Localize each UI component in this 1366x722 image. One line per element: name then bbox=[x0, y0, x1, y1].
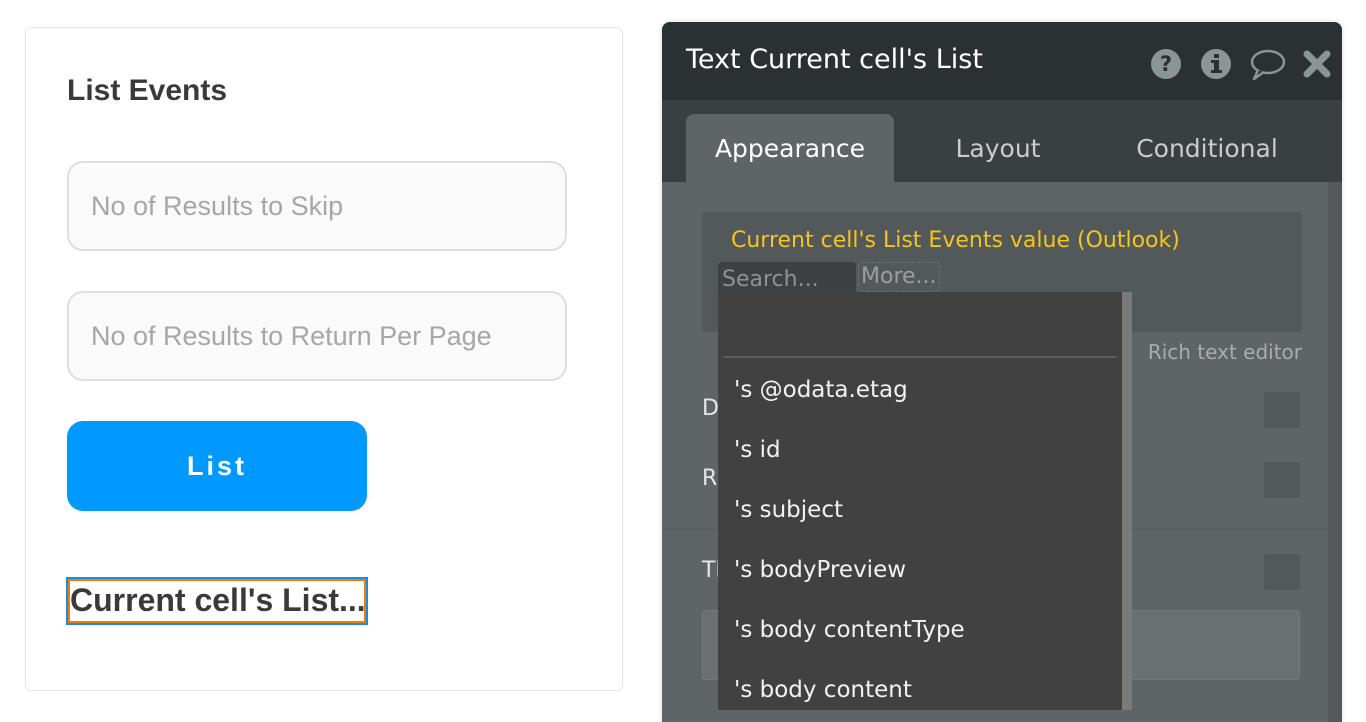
dropdown-option[interactable]: 's id bbox=[718, 420, 1122, 480]
dropdown-scrollbar[interactable] bbox=[1122, 292, 1132, 710]
row-label-d: D bbox=[702, 396, 719, 421]
list-button[interactable]: List bbox=[67, 421, 367, 511]
comment-icon[interactable] bbox=[1248, 48, 1286, 80]
dropdown-option[interactable]: 's body content bbox=[718, 660, 1122, 710]
checkbox-2[interactable] bbox=[1264, 462, 1300, 498]
checkbox-1[interactable] bbox=[1264, 392, 1300, 428]
dropdown-filter-input[interactable] bbox=[724, 316, 1116, 358]
dropdown-option[interactable]: 's body contentType bbox=[718, 600, 1122, 660]
close-icon[interactable] bbox=[1302, 48, 1332, 80]
panel-header[interactable]: Text Current cell's List ? bbox=[662, 22, 1342, 100]
info-icon[interactable] bbox=[1200, 48, 1232, 80]
group-title: List Events bbox=[67, 74, 228, 107]
tab-appearance[interactable]: Appearance bbox=[686, 114, 894, 182]
expression-options-dropdown: 's @odata.etag 's id 's subject 's bodyP… bbox=[718, 292, 1132, 710]
dropdown-option[interactable]: 's bodyPreview bbox=[718, 540, 1122, 600]
dynamic-expression[interactable]: Current cell's List Events value (Outloo… bbox=[731, 228, 1180, 253]
results-per-page-input[interactable] bbox=[67, 291, 567, 381]
row-label-r: R bbox=[702, 466, 718, 491]
more-button[interactable]: More... bbox=[858, 262, 940, 292]
checkbox-3[interactable] bbox=[1264, 554, 1300, 590]
selected-text-element[interactable]: Current cell's List... bbox=[66, 577, 368, 625]
list-events-group: List Events List Current cell's List... bbox=[25, 27, 623, 691]
tab-conditional[interactable]: Conditional bbox=[1112, 114, 1302, 182]
results-to-skip-input[interactable] bbox=[67, 161, 567, 251]
panel-scrollbar[interactable] bbox=[1328, 182, 1342, 722]
svg-text:?: ? bbox=[1160, 52, 1172, 76]
panel-title: Text Current cell's List bbox=[686, 44, 983, 75]
tab-layout[interactable]: Layout bbox=[914, 114, 1082, 182]
expression-search-input[interactable] bbox=[718, 262, 856, 296]
dropdown-option[interactable]: 's @odata.etag bbox=[718, 360, 1122, 420]
help-icon[interactable]: ? bbox=[1150, 48, 1182, 80]
tab-bar: Appearance Layout Conditional bbox=[662, 100, 1342, 182]
dropdown-option[interactable]: 's subject bbox=[718, 480, 1122, 540]
rich-text-editor-link[interactable]: Rich text editor bbox=[1148, 340, 1302, 364]
